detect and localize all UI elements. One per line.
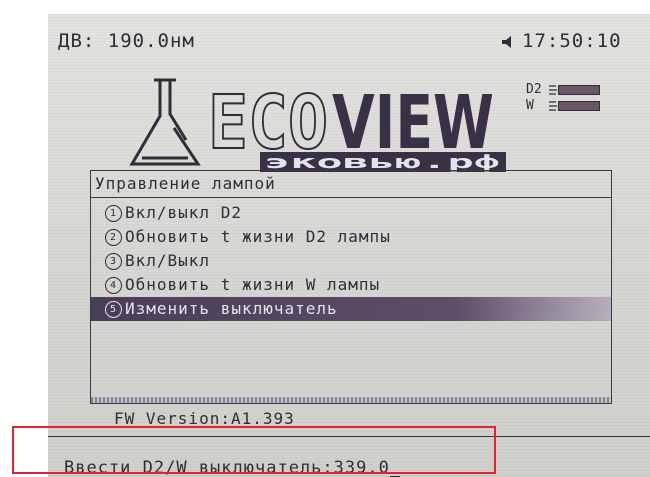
lamp-level-bar <box>558 101 600 111</box>
item-number: 3 <box>105 253 122 270</box>
lamp-indicator-icon <box>549 85 557 95</box>
menu-item-label: Обновить t жизни W лампы <box>125 275 381 294</box>
item-number: 4 <box>105 277 122 294</box>
menu-bottom-edge <box>91 397 611 403</box>
highlight-annotation-box <box>12 426 496 474</box>
menu-item-change-switch[interactable]: 5 Изменить выключатель <box>91 297 611 321</box>
menu-title: Управление лампой <box>95 174 276 193</box>
item-number: 1 <box>105 205 122 222</box>
lamp-label: W <box>526 98 534 113</box>
menu-item-update-d2-life[interactable]: 2 Обновить t жизни D2 лампы <box>91 225 611 249</box>
menu-divider <box>91 197 611 198</box>
wavelength-readout: ДВ: 190.0нм <box>58 30 195 52</box>
menu-item-label: Обновить t жизни D2 лампы <box>125 227 391 246</box>
item-number: 5 <box>105 301 122 318</box>
flask-logo-icon <box>129 78 201 166</box>
lamp-label: D2 <box>526 82 542 97</box>
clock: 17:50:10 <box>522 30 622 52</box>
lamp-indicator-icon <box>549 101 557 111</box>
item-number: 2 <box>105 229 122 246</box>
menu-item-label: Вкл/выкл D2 <box>125 203 242 222</box>
device-bezel <box>0 0 48 477</box>
menu-item-toggle-w[interactable]: 3 Вкл/Выкл <box>91 249 611 273</box>
lamp-level-bar <box>558 85 600 95</box>
menu-item-label: Вкл/Выкл <box>125 251 211 270</box>
speaker-icon <box>502 36 511 48</box>
menu-item-label: Изменить выключатель <box>125 299 338 318</box>
lamp-control-menu: Управление лампой 1 Вкл/выкл D2 2 Обнови… <box>90 170 612 404</box>
menu-item-toggle-d2[interactable]: 1 Вкл/выкл D2 <box>91 201 611 225</box>
ecoview-logo: ECO VIEW эковью.рф <box>129 78 506 173</box>
menu-item-update-w-life[interactable]: 4 Обновить t жизни W лампы <box>91 273 611 297</box>
lcd-screen: ДВ: 190.0нм 17:50:10 ECO VIEW эковью.рф … <box>48 14 650 477</box>
